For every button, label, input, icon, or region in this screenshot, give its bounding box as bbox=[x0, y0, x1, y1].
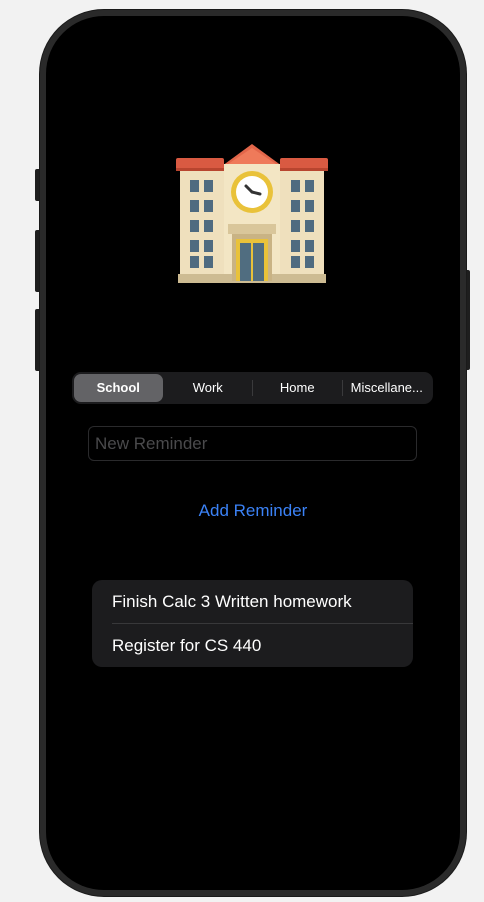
simulator-canvas: School Work Home Miscellane... Add Remin… bbox=[0, 0, 484, 902]
reminder-list: Finish Calc 3 Written homework Register … bbox=[92, 580, 413, 667]
add-reminder-button[interactable]: Add Reminder bbox=[146, 498, 360, 524]
reminder-row[interactable]: Finish Calc 3 Written homework bbox=[92, 580, 413, 623]
segment-school[interactable]: School bbox=[74, 374, 163, 402]
category-segmented-control: School Work Home Miscellane... bbox=[72, 372, 433, 404]
app-screen: School Work Home Miscellane... Add Remin… bbox=[46, 16, 460, 890]
segment-miscellaneous[interactable]: Miscellane... bbox=[343, 374, 432, 402]
segment-work[interactable]: Work bbox=[164, 374, 253, 402]
school-building-icon bbox=[176, 144, 328, 283]
reminder-row[interactable]: Register for CS 440 bbox=[92, 624, 413, 667]
segment-home[interactable]: Home bbox=[253, 374, 342, 402]
new-reminder-input[interactable] bbox=[88, 426, 417, 461]
